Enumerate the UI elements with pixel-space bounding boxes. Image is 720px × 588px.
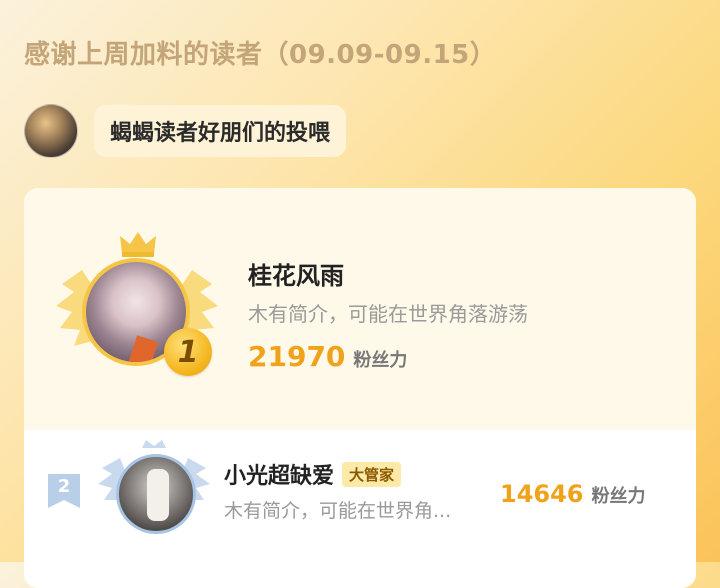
- rank-1-fans: 21970 粉丝力: [248, 340, 407, 373]
- rank-2-number: 2: [57, 476, 71, 497]
- author-avatar[interactable]: [24, 104, 78, 158]
- gold-medal-icon: 1: [164, 328, 212, 376]
- butler-badge: 大管家: [342, 461, 402, 487]
- rank-1-bio: 木有简介，可能在世界角落游荡: [248, 302, 528, 326]
- page-title: 感谢上周加料的读者（09.09-09.15）: [24, 40, 497, 70]
- author-message-row: 蝎蝎读者好朋们的投喂: [24, 104, 347, 158]
- author-message-bubble: 蝎蝎读者好朋们的投喂: [94, 105, 347, 157]
- rank-entry-2[interactable]: 2 小光超缺爱 大管家 木有简介，可能在世界角... 14646 粉丝力: [24, 430, 696, 588]
- rank-ribbon-icon: 2: [48, 474, 80, 508]
- rank-entry-1[interactable]: 1 桂花风雨 木有简介，可能在世界角落游荡 21970 粉丝力: [24, 188, 696, 428]
- rank-2-fans-count: 14646: [500, 480, 584, 508]
- rank-2-fans-label: 粉丝力: [591, 486, 646, 507]
- rank-1-name[interactable]: 桂花风雨: [248, 256, 344, 291]
- rank-2-avatar[interactable]: [116, 454, 196, 534]
- rank-2-name[interactable]: 小光超缺爱: [224, 458, 334, 490]
- rank-2-bio: 木有简介，可能在世界角...: [224, 500, 452, 522]
- rank-2-fans: 14646 粉丝力: [500, 480, 646, 508]
- ranking-card: 1 桂花风雨 木有简介，可能在世界角落游荡 21970 粉丝力 2 小光超缺爱 …: [24, 188, 696, 588]
- rank-1-fans-count: 21970: [248, 340, 346, 373]
- rank-2-name-row: 小光超缺爱 大管家: [224, 458, 402, 490]
- rank-1-fans-label: 粉丝力: [353, 350, 408, 371]
- crown-icon: [120, 232, 156, 257]
